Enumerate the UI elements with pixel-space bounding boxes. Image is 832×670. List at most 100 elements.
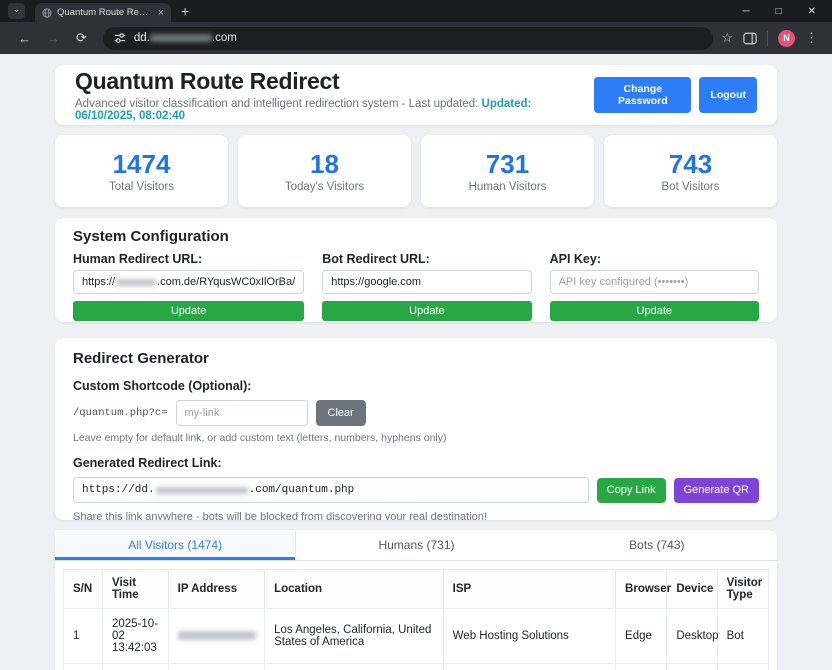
cell-sn: 2 <box>64 664 103 670</box>
visitors-section: All Visitors (1474) Humans (731) Bots (7… <box>55 530 777 670</box>
header-text: Quantum Route Redirect Advanced visitor … <box>75 68 594 122</box>
share-help-text: Share this link anywhere - bots will be … <box>73 511 759 520</box>
header-ip-address: IP Address <box>168 570 264 609</box>
shortcode-input[interactable] <box>176 400 308 426</box>
field-label: Human Redirect URL: <box>73 252 304 266</box>
page-header: Quantum Route Redirect Advanced visitor … <box>55 65 777 125</box>
tab-search-button[interactable]: ⌄ <box>8 3 25 19</box>
clear-button[interactable]: Clear <box>316 400 366 426</box>
address-bar[interactable]: dd..com <box>103 27 713 50</box>
human-redirect-field: Human Redirect URL: https://.com.de/RYqu… <box>73 252 304 321</box>
section-heading: Redirect Generator <box>73 350 759 367</box>
page-title: Quantum Route Redirect <box>75 68 594 95</box>
side-panel-icon[interactable] <box>743 32 757 45</box>
header-location: Location <box>265 570 444 609</box>
header-isp: ISP <box>443 570 615 609</box>
chevron-down-icon: ⌄ <box>13 4 21 14</box>
stat-human-visitors: 731 Human Visitors <box>421 135 594 207</box>
shortcode-label: Custom Shortcode (Optional): <box>73 379 759 393</box>
bot-redirect-url-input[interactable] <box>322 270 531 294</box>
masked-url-segment <box>156 487 248 494</box>
generated-link-label: Generated Redirect Link: <box>73 456 759 470</box>
toolbar-right: ☆ N ⋮ <box>721 30 822 47</box>
field-label: Bot Redirect URL: <box>322 252 531 266</box>
system-configuration-section: System Configuration Human Redirect URL:… <box>55 218 777 322</box>
cell-isp: VTX Services SA <box>443 664 615 670</box>
change-password-button[interactable]: Change Password <box>594 77 691 113</box>
stat-label: Today's Visitors <box>285 181 364 193</box>
back-icon[interactable]: ← <box>10 31 39 46</box>
tab-close-icon[interactable]: × <box>158 8 164 18</box>
shortcode-prefix: /quantum.php?c= <box>73 407 168 419</box>
section-heading: System Configuration <box>73 228 759 245</box>
bookmark-star-icon[interactable]: ☆ <box>721 30 733 46</box>
logout-button[interactable]: Logout <box>699 77 757 113</box>
site-settings-icon[interactable] <box>114 32 126 44</box>
table-header-row: S/N Visit Time IP Address Location ISP B… <box>64 570 769 609</box>
header-visitor-type: Visitor Type <box>717 570 768 609</box>
cell-browser: Chrome <box>616 664 667 670</box>
cell-location: Los Angeles, California, United States o… <box>265 609 444 664</box>
redirect-generator-section: Redirect Generator Custom Shortcode (Opt… <box>55 338 777 520</box>
url-text: dd..com <box>134 32 237 44</box>
stat-label: Bot Visitors <box>662 181 720 193</box>
cell-visit-time: 2025-10-02 16:41:23 <box>102 664 168 670</box>
header-visit-time: Visit Time <box>102 570 168 609</box>
profile-avatar[interactable]: N <box>778 30 795 47</box>
header-device: Device <box>667 570 717 609</box>
api-key-field: API Key: Update <box>550 252 759 321</box>
cell-ip-address <box>168 664 264 670</box>
stat-label: Human Visitors <box>469 181 547 193</box>
window-controls: ─ □ ✕ <box>742 6 832 17</box>
cell-isp: Web Hosting Solutions <box>443 609 615 664</box>
browser-toolbar: ← → ⟳ dd..com ☆ N ⋮ <box>0 22 832 54</box>
visitors-table: S/N Visit Time IP Address Location ISP B… <box>63 569 769 670</box>
header-browser: Browser <box>616 570 667 609</box>
table-row: 2 2025-10-02 16:41:23 Pully, Vaud, Switz… <box>64 664 769 670</box>
reload-icon[interactable]: ⟳ <box>68 30 95 46</box>
update-human-url-button[interactable]: Update <box>73 301 304 321</box>
tab-strip: ⌄ Quantum Route Redirect - Adm × + ─ □ ✕ <box>0 0 832 22</box>
stats-row: 1474 Total Visitors 18 Today's Visitors … <box>55 135 777 207</box>
cell-sn: 1 <box>64 609 103 664</box>
table-row: 1 2025-10-02 13:42:03 Los Angeles, Calif… <box>64 609 769 664</box>
forward-icon[interactable]: → <box>39 31 68 46</box>
generated-link-input[interactable]: https://dd..com/quantum.php <box>73 477 589 503</box>
stat-value: 731 <box>486 150 529 178</box>
page-subtitle: Advanced visitor classification and inte… <box>75 98 594 122</box>
stat-value: 743 <box>669 150 712 178</box>
cell-device: Desktop <box>667 664 717 670</box>
masked-url-segment <box>116 279 156 286</box>
masked-ip <box>178 631 256 640</box>
stat-value: 1474 <box>113 150 171 178</box>
menu-icon[interactable]: ⋮ <box>805 30 818 46</box>
stat-value: 18 <box>310 150 339 178</box>
tab-bots[interactable]: Bots (743) <box>537 530 777 560</box>
generate-qr-button[interactable]: Generate QR <box>674 478 759 503</box>
tab-all-visitors[interactable]: All Visitors (1474) <box>55 530 296 560</box>
cell-location: Pully, Vaud, Switzerland <box>265 664 444 670</box>
cell-visit-time: 2025-10-02 13:42:03 <box>102 609 168 664</box>
api-key-input[interactable] <box>550 270 759 294</box>
close-icon[interactable]: ✕ <box>808 6 816 17</box>
browser-tab[interactable]: Quantum Route Redirect - Adm × <box>35 3 171 22</box>
update-api-key-button[interactable]: Update <box>550 301 759 321</box>
masked-url-segment <box>150 34 212 42</box>
tab-title: Quantum Route Redirect - Adm <box>57 7 153 18</box>
cell-visitor-type: Bot <box>717 664 768 670</box>
stat-todays-visitors: 18 Today's Visitors <box>238 135 411 207</box>
cell-browser: Edge <box>616 609 667 664</box>
new-tab-icon[interactable]: + <box>181 4 189 18</box>
minimize-icon[interactable]: ─ <box>742 6 749 17</box>
browser-chrome: ⌄ Quantum Route Redirect - Adm × + ─ □ ✕… <box>0 0 832 54</box>
cell-device: Desktop <box>667 609 717 664</box>
maximize-icon[interactable]: □ <box>776 6 782 17</box>
cell-ip-address <box>168 609 264 664</box>
tab-humans[interactable]: Humans (731) <box>296 530 536 560</box>
human-redirect-url-input[interactable]: https://.com.de/RYqusWC0xIlOrBa/ <box>73 270 304 294</box>
update-bot-url-button[interactable]: Update <box>322 301 531 321</box>
stat-label: Total Visitors <box>109 181 174 193</box>
copy-link-button[interactable]: Copy Link <box>597 478 666 503</box>
shortcode-help-text: Leave empty for default link, or add cus… <box>73 432 759 444</box>
bot-redirect-field: Bot Redirect URL: Update <box>322 252 531 321</box>
